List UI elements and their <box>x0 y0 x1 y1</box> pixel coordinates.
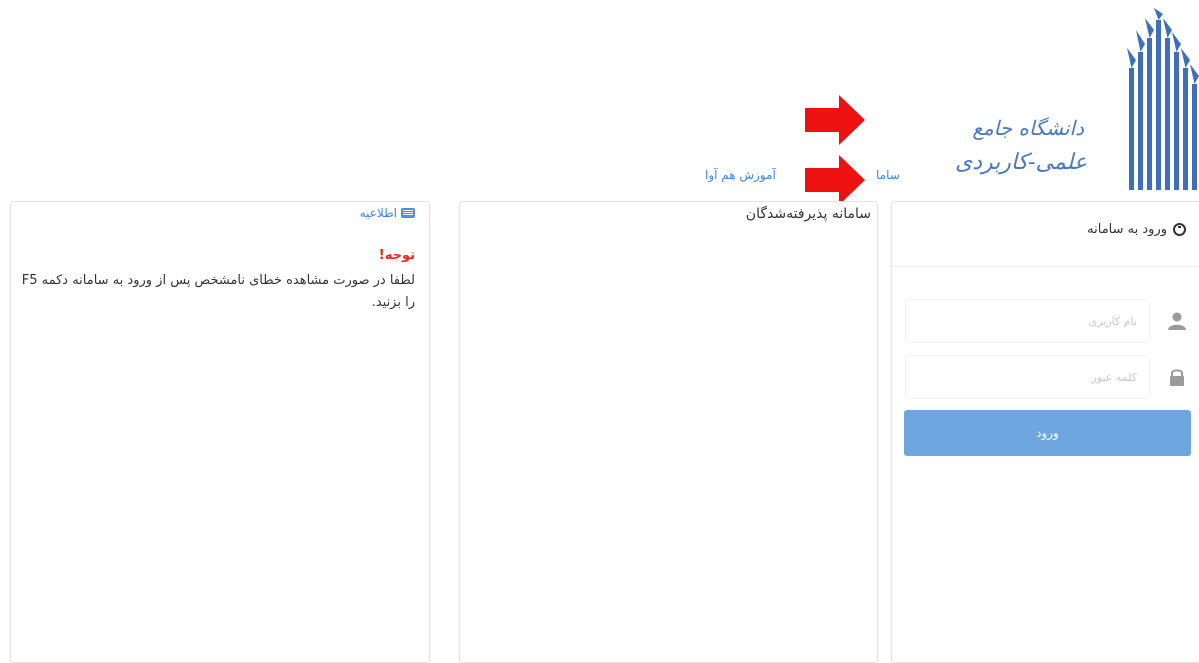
university-logo: دانشگاه جامع علمی-کاربردی <box>955 8 1199 190</box>
admitted-system-panel: سامانه پذیرفته‌شدگان <box>459 201 878 663</box>
announcement-text: لطفا در صورت مشاهده خطای نامشخص پس از ور… <box>21 273 415 310</box>
lock-icon <box>1170 369 1184 386</box>
announcement-panel: اطلاعیه توجه! لطفا در صورت مشاهده خطای ن… <box>10 201 430 663</box>
announcement-icon <box>401 208 415 218</box>
login-circle-arrow-icon <box>1173 223 1186 236</box>
admitted-system-title[interactable]: سامانه پذیرفته‌شدگان <box>746 206 871 222</box>
login-title-wrap: ورود به سامانه <box>1087 222 1186 237</box>
attention-label: توجه! <box>378 248 415 263</box>
hamava-training-link[interactable]: آموزش هم آوا <box>705 168 776 182</box>
sama-link[interactable]: ساما <box>876 168 900 182</box>
red-arrow-icon <box>805 95 865 145</box>
login-header: ورود به سامانه <box>892 202 1199 267</box>
username-input[interactable] <box>905 299 1150 343</box>
user-icon <box>1168 312 1186 330</box>
password-input[interactable] <box>905 355 1150 399</box>
username-row <box>905 299 1195 343</box>
login-title: ورود به سامانه <box>1087 222 1167 237</box>
password-row <box>905 355 1195 399</box>
logo-text-line2: علمی-کاربردی <box>955 150 1087 175</box>
announcement-header[interactable]: اطلاعیه <box>360 206 415 220</box>
login-button[interactable]: ورود <box>904 410 1191 456</box>
logo-text-line1: دانشگاه جامع <box>972 116 1084 140</box>
red-arrow-icon <box>805 155 865 205</box>
announcement-title: اطلاعیه <box>359 206 397 220</box>
